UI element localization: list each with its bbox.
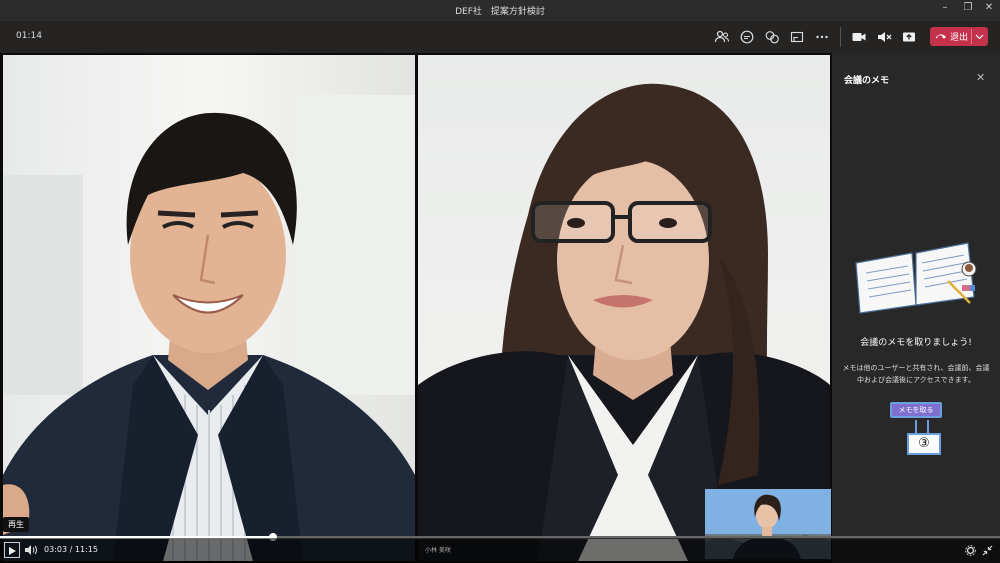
playback-time: 03:03 / 11:15 [44,545,98,554]
notebook-illustration [855,242,977,314]
close-icon[interactable]: ✕ [982,2,996,13]
exit-fullscreen-icon[interactable] [982,545,993,556]
callout-number-badge: ③ [907,433,941,455]
participants-icon[interactable] [714,29,730,45]
play-icon [9,547,16,555]
toolbar-divider [840,27,841,47]
participant-2-video [418,55,830,561]
share-icon[interactable] [901,29,917,45]
restore-icon[interactable]: ❐ [961,2,975,13]
time-separator: / [69,545,73,554]
take-notes-button[interactable]: メモを取る [890,402,942,418]
panel-heading: 会議のメモを取りましょう! [860,338,972,348]
current-time: 03:03 [44,545,68,554]
playback-bar [0,538,1000,563]
panel-title: 会議のメモ [844,76,890,86]
meeting-timer: 01:14 [16,31,42,41]
panel-description: メモは他のユーザーと共有され、会議前、会議中および会議後にアクセスできます。 [842,364,990,384]
phone-hangup-icon [935,34,946,39]
leave-divider [971,29,972,44]
callout-pointer [915,420,929,434]
chat-icon[interactable] [739,29,755,45]
participant-name-label: 小林 美咲 [425,547,451,554]
play-tooltip: 再生 [3,517,29,532]
meeting-notes-panel: 会議のメモ ✕ 会議のメモを取りましょう! メモは他のユーザーと共有され、会議前… [832,53,1000,538]
camera-icon[interactable] [851,29,867,45]
window-title: DEF社 提案方針検討 [455,7,545,17]
settings-icon[interactable] [965,545,976,556]
video-tile-participant-1[interactable] [3,55,415,561]
leave-label: 退出 [950,33,969,43]
close-icon[interactable]: ✕ [976,71,985,84]
minimize-icon[interactable]: – [938,2,952,13]
mute-icon[interactable] [876,29,892,45]
leave-button[interactable]: 退出 [930,27,988,46]
share-tray-icon[interactable] [789,29,805,45]
video-stage [0,53,832,563]
video-tile-participant-2[interactable] [418,55,830,561]
title-bar: DEF社 提案方針検討 – ❐ ✕ [0,0,1000,21]
play-button[interactable] [4,542,20,558]
meeting-toolbar: 01:14 退出 [0,21,1000,53]
volume-icon[interactable] [24,544,38,556]
more-icon[interactable] [814,29,830,45]
chevron-down-icon[interactable] [975,34,984,40]
total-time: 11:15 [74,545,98,554]
reactions-icon[interactable] [764,29,780,45]
participant-1-video [3,55,415,561]
